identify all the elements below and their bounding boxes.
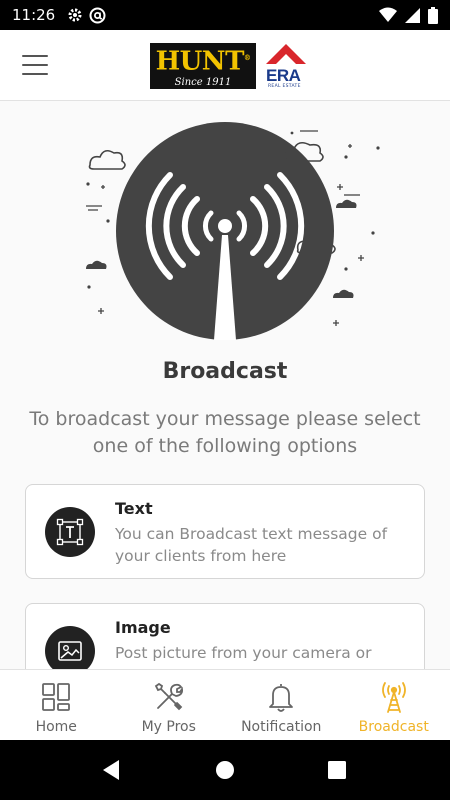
- home-icon[interactable]: [215, 760, 235, 780]
- nav-item-my-pros[interactable]: My Pros: [113, 670, 226, 740]
- nav-label: Broadcast: [358, 719, 429, 735]
- nav-item-notification[interactable]: Notification: [225, 670, 338, 740]
- era-house-icon: [266, 44, 306, 64]
- nav-label: Home: [35, 719, 77, 735]
- at-icon: [89, 7, 106, 23]
- option-title: Text: [115, 499, 153, 518]
- image-option-card[interactable]: Image Post picture from your camera or: [25, 603, 425, 669]
- grid-home-icon: [39, 680, 73, 714]
- nav-label: My Pros: [141, 719, 196, 735]
- broadcast-illustration: [86, 122, 380, 340]
- image-icon: [45, 626, 95, 669]
- era-logo: ERA REAL ESTATE: [262, 42, 310, 92]
- page-title: Broadcast: [162, 359, 288, 384]
- signal-icon: [405, 7, 420, 23]
- back-icon[interactable]: [101, 759, 121, 781]
- tools-icon: [152, 680, 186, 714]
- nav-item-home[interactable]: Home: [0, 670, 113, 740]
- gear-icon: [68, 8, 82, 22]
- nav-item-broadcast[interactable]: Broadcast: [338, 670, 450, 740]
- system-navigation-bar: [0, 740, 450, 800]
- recents-icon[interactable]: [328, 761, 346, 779]
- text-option-card[interactable]: Text You can Broadcast text message of y…: [25, 484, 425, 579]
- bottom-navigation: Home My Pros Notification Broadcast: [0, 669, 450, 740]
- main-content: Broadcast To broadcast your message plea…: [0, 101, 450, 669]
- battery-icon: [428, 6, 438, 24]
- hunt-logo: HUNT® Since 1911: [150, 43, 256, 89]
- nav-label: Notification: [241, 719, 322, 735]
- status-time: 11:26: [12, 6, 56, 24]
- bell-icon: [264, 680, 298, 714]
- broadcast-tower-icon: [377, 680, 411, 714]
- option-title: Image: [115, 618, 171, 637]
- status-bar: 11:26: [0, 0, 450, 30]
- app-header: HUNT® Since 1911 ERA REAL ESTATE: [0, 30, 450, 101]
- text-box-icon: [45, 507, 95, 557]
- option-description: Post picture from your camera or: [115, 644, 372, 662]
- wifi-icon: [379, 7, 397, 22]
- hamburger-menu-icon[interactable]: [20, 52, 50, 78]
- option-description: You can Broadcast text message of your c…: [115, 525, 388, 565]
- page-subtitle: To broadcast your message please select …: [29, 408, 421, 457]
